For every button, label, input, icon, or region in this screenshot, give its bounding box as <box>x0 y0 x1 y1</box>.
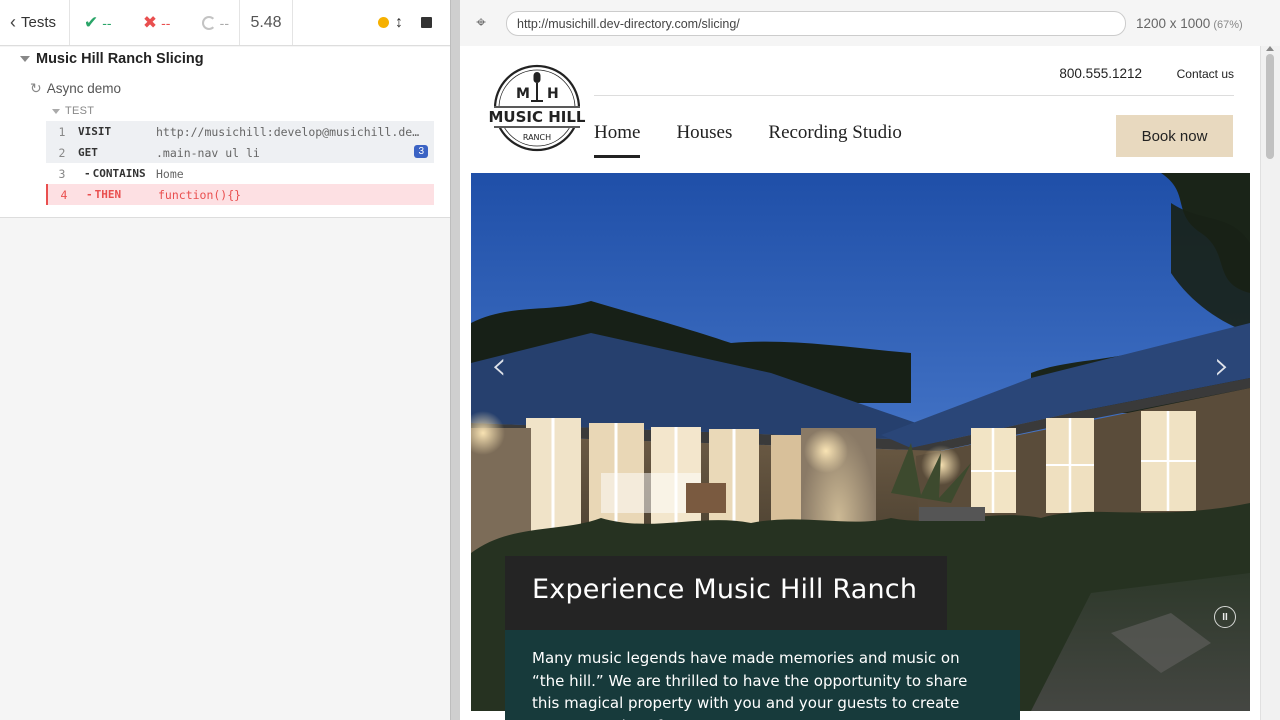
section-label: TEST <box>65 105 95 117</box>
running-dot-icon <box>378 17 389 28</box>
app-under-test: M H MUSIC HILL RANCH 800.555.1212 Contac… <box>460 46 1260 720</box>
check-icon: ✔ <box>84 12 99 32</box>
aut-scrollbar[interactable] <box>1260 46 1280 720</box>
viewport-size: 1200 x 1000 <box>1136 15 1211 31</box>
failed-count: -- <box>161 14 171 31</box>
x-icon: ✖ <box>142 12 158 32</box>
command-row[interactable]: 3 CONTAINS Home <box>46 163 434 184</box>
command-name: GET <box>78 146 98 159</box>
command-log: Music Hill Ranch Slicing ↻ Async demo TE… <box>0 47 450 218</box>
stop-icon[interactable] <box>421 17 432 28</box>
viewport-scale: (67%) <box>1213 18 1243 31</box>
command-number: 2 <box>58 145 66 160</box>
command-number: 1 <box>58 124 66 139</box>
tests-label: Tests <box>21 14 57 31</box>
command-number: 3 <box>58 166 66 181</box>
viewport-info: 1200 x 1000 (67%) <box>1136 16 1243 31</box>
runner-toolbar: ‹ Tests ✔ -- ✖ -- -- 5.48 ↕ <box>0 0 450 46</box>
command-name: VISIT <box>78 125 112 138</box>
nav-item-recording-studio[interactable]: Recording Studio <box>768 122 902 158</box>
spinner-icon <box>201 15 216 30</box>
music-hill-logo[interactable]: M H MUSIC HILL RANCH <box>488 64 586 152</box>
command-message: function(){} <box>158 187 242 202</box>
collapse-triangle-icon <box>20 56 30 62</box>
command-message: Home <box>156 166 184 181</box>
aut-header: ⌖ http://musichill.dev-directory.com/sli… <box>460 0 1280 46</box>
pause-icon[interactable]: II <box>1214 606 1236 628</box>
svg-text:RANCH: RANCH <box>523 133 551 142</box>
contact-link[interactable]: Contact us <box>1177 67 1234 81</box>
url-bar[interactable]: http://musichill.dev-directory.com/slici… <box>506 10 1126 36</box>
chevron-left-icon: ‹ <box>10 12 16 32</box>
scroll-up-icon[interactable] <box>1266 46 1274 51</box>
hero-title: Experience Music Hill Ranch <box>505 556 947 630</box>
refresh-icon: ↻ <box>30 80 42 96</box>
utility-links: 800.555.1212 Contact us <box>594 66 1234 96</box>
pending-count: -- <box>219 14 229 31</box>
collapse-triangle-icon <box>52 108 60 114</box>
command-name: THEN <box>80 188 158 201</box>
suite-title: Music Hill Ranch Slicing <box>36 51 204 67</box>
element-count-badge: 3 <box>414 145 428 158</box>
pending-stat: -- <box>201 14 229 31</box>
passed-count: -- <box>102 14 112 31</box>
suite-header[interactable]: Music Hill Ranch Slicing <box>20 51 204 67</box>
test-section-header[interactable]: TEST <box>52 105 94 117</box>
svg-text:M: M <box>516 86 530 102</box>
panel-resize-divider[interactable] <box>450 0 460 720</box>
command-message: .main-nav ul li <box>156 145 260 160</box>
duration: 5.48 <box>240 0 293 45</box>
passed-stat: ✔ -- <box>84 13 112 33</box>
command-row[interactable]: 1 VISIT http://musichill:develop@musichi… <box>46 121 434 142</box>
test-title: Async demo <box>46 81 122 96</box>
command-message: http://musichill:develop@musichill.dev-d… <box>156 124 434 139</box>
test-stats: ✔ -- ✖ -- -- <box>70 0 240 45</box>
svg-text:H: H <box>547 86 559 102</box>
arrow-right-icon[interactable]: › <box>1214 343 1230 389</box>
phone-link[interactable]: 800.555.1212 <box>1059 66 1142 81</box>
svg-text:MUSIC HILL: MUSIC HILL <box>489 108 586 126</box>
resize-icon[interactable]: ↕ <box>395 14 403 32</box>
failed-stat: ✖ -- <box>143 13 171 33</box>
arrow-left-icon[interactable]: ‹ <box>491 343 507 389</box>
command-row-failed[interactable]: 4 THEN function(){} <box>46 184 434 205</box>
command-list: 1 VISIT http://musichill:develop@musichi… <box>46 121 434 205</box>
nav-item-home[interactable]: Home <box>594 122 641 158</box>
command-row[interactable]: 2 GET .main-nav ul li 3 <box>46 142 434 163</box>
scroll-thumb[interactable] <box>1266 54 1274 159</box>
nav-item-houses[interactable]: Houses <box>676 122 732 158</box>
tests-back-button[interactable]: ‹ Tests <box>0 0 70 45</box>
book-now-button[interactable]: Book now <box>1116 115 1233 157</box>
runner-controls: ↕ <box>293 0 450 45</box>
command-name: CONTAINS <box>78 167 156 180</box>
command-number: 4 <box>60 187 68 202</box>
test-header[interactable]: ↻ Async demo <box>30 80 121 97</box>
main-nav: Home Houses Recording Studio <box>594 122 902 158</box>
crosshair-icon[interactable]: ⌖ <box>464 13 498 33</box>
hero-body: Many music legends have made memories an… <box>505 630 1020 720</box>
